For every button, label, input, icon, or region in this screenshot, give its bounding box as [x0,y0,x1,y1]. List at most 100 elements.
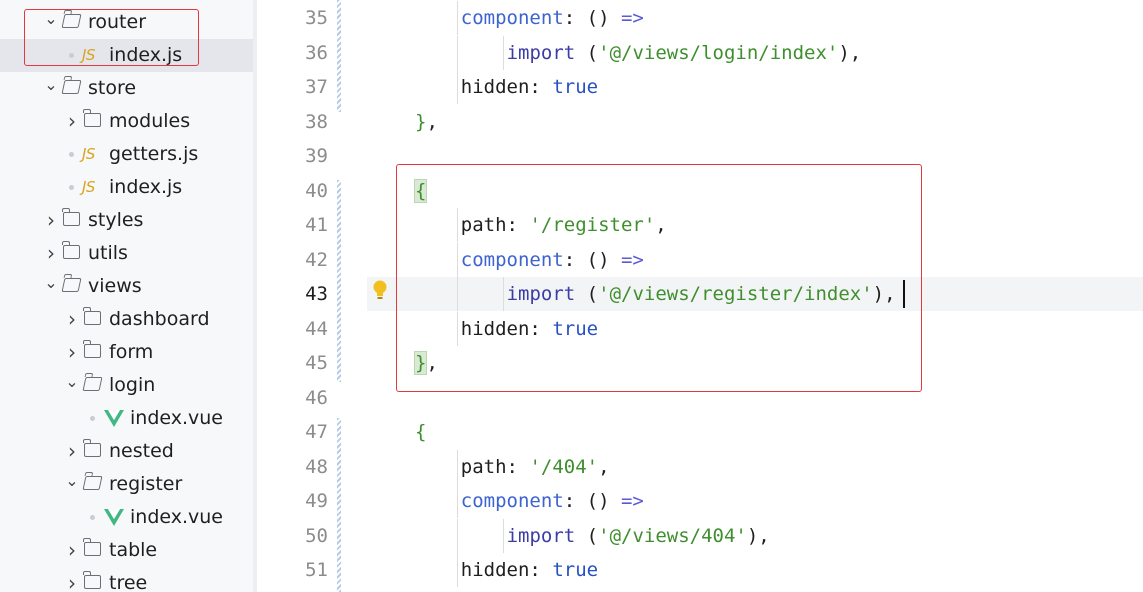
tree-item-views[interactable]: ⌄ views [0,270,253,303]
code-token: => [620,7,644,29]
tree-item-label: store [88,77,137,99]
js-file-icon: JS [82,145,95,163]
code-token: ( [575,42,599,64]
code-line[interactable]: import ('@/views/login/index'), [507,36,862,70]
code-token: hidden: [460,76,553,98]
tree-item-label: styles [88,209,144,231]
indent-guide [502,36,504,70]
line-number: 36 [305,42,328,64]
tree-item-label: index.vue [130,506,223,528]
chevron-right-icon[interactable]: › [44,204,58,237]
code-line[interactable]: hidden: true [461,553,598,587]
tree-leaf-dot-icon [90,416,95,421]
folder-icon [62,208,80,226]
folder-icon [83,538,101,556]
tree-item-tree[interactable]: › tree [0,567,253,592]
folder-open-icon [61,278,82,292]
code-line[interactable]: component: () => [461,1,644,35]
tree-item-utils[interactable]: › utils [0,237,253,270]
code-token: { [415,421,427,443]
folder-icon [83,109,101,127]
chevron-right-icon[interactable]: › [65,105,79,138]
chevron-down-icon[interactable]: ⌄ [65,464,79,497]
code-token: , [426,111,438,133]
indent-guide [502,519,504,553]
code-token: ( [575,525,599,547]
code-token: ), [746,525,770,547]
tree-item-label: index.vue [130,407,223,429]
tree-item-label: register [109,473,183,495]
line-number: 38 [305,111,328,133]
folder-icon [62,241,80,259]
fold-marker [337,0,341,112]
indent-guide [457,450,458,484]
code-line[interactable]: import ('@/views/404'), [507,519,770,553]
tree-leaf-dot-icon [69,152,74,157]
chevron-down-icon[interactable]: ⌄ [44,68,58,101]
code-token: component [460,490,564,512]
code-token: true [552,76,599,98]
code-token: , [598,456,610,478]
tree-item-styles[interactable]: › styles [0,204,253,237]
code-line[interactable]: hidden: true [461,70,598,104]
line-number: 47 [305,421,328,443]
code-line[interactable]: path: '/404', [461,450,610,484]
line-number: 46 [305,387,328,409]
chevron-right-icon[interactable]: › [65,534,79,567]
lightbulb-icon[interactable] [372,280,388,302]
chevron-down-icon[interactable]: ⌄ [65,365,79,398]
line-number: 42 [305,249,328,271]
line-number: 37 [305,76,328,98]
indent-guide [457,70,458,104]
code-token: } [415,111,427,133]
tree-item-register[interactable]: ⌄ register [0,468,253,501]
line-number: 44 [305,318,328,340]
vue-file-icon [104,410,124,427]
chevron-right-icon[interactable]: › [65,567,79,592]
code-token: : [563,490,587,512]
indent-guide [457,1,458,35]
tree-item-label: form [109,341,154,363]
code-token: () [586,490,621,512]
tree-item-label: nested [109,440,174,462]
fold-marker [337,418,341,592]
line-number: 49 [305,490,328,512]
js-file-icon: JS [82,178,95,196]
tree-item-nested[interactable]: › nested [0,435,253,468]
tree-item-modules[interactable]: › modules [0,105,253,138]
folder-icon [83,571,101,589]
tree-item-dashboard[interactable]: › dashboard [0,303,253,336]
code-line[interactable]: { [415,415,426,449]
code-line[interactable]: component: () => [461,484,644,518]
code-token: hidden: [460,559,553,581]
tree-item-store[interactable]: ⌄ store [0,72,253,105]
tree-item-index-vue[interactable]: index.vue [0,501,253,534]
indent-guide [457,519,458,553]
tree-item-index-js[interactable]: JS index.js [0,171,253,204]
folder-icon [83,439,101,457]
register-route-highlight-box [396,164,922,392]
vue-file-icon [104,509,124,526]
code-token: '@/views/404' [598,525,747,547]
tree-item-label: login [109,374,156,396]
line-number: 48 [305,456,328,478]
tree-item-login[interactable]: ⌄ login [0,369,253,402]
router-highlight-box [24,9,199,66]
code-token: () [586,7,621,29]
code-token: ), [838,42,862,64]
indent-guide [457,36,458,70]
folder-open-icon [61,80,82,94]
chevron-down-icon[interactable]: ⌄ [44,266,58,299]
tree-item-label: views [88,275,142,297]
code-token: component [460,7,564,29]
tree-item-label: getters.js [109,143,199,165]
tree-item-index-vue[interactable]: index.vue [0,402,253,435]
line-number: 41 [305,214,328,236]
line-number: 51 [305,559,328,581]
tree-item-table[interactable]: › table [0,534,253,567]
folder-icon [83,340,101,358]
chevron-right-icon[interactable]: › [65,303,79,336]
tree-item-getters-js[interactable]: JS getters.js [0,138,253,171]
tree-item-form[interactable]: › form [0,336,253,369]
code-line[interactable]: }, [415,105,438,139]
